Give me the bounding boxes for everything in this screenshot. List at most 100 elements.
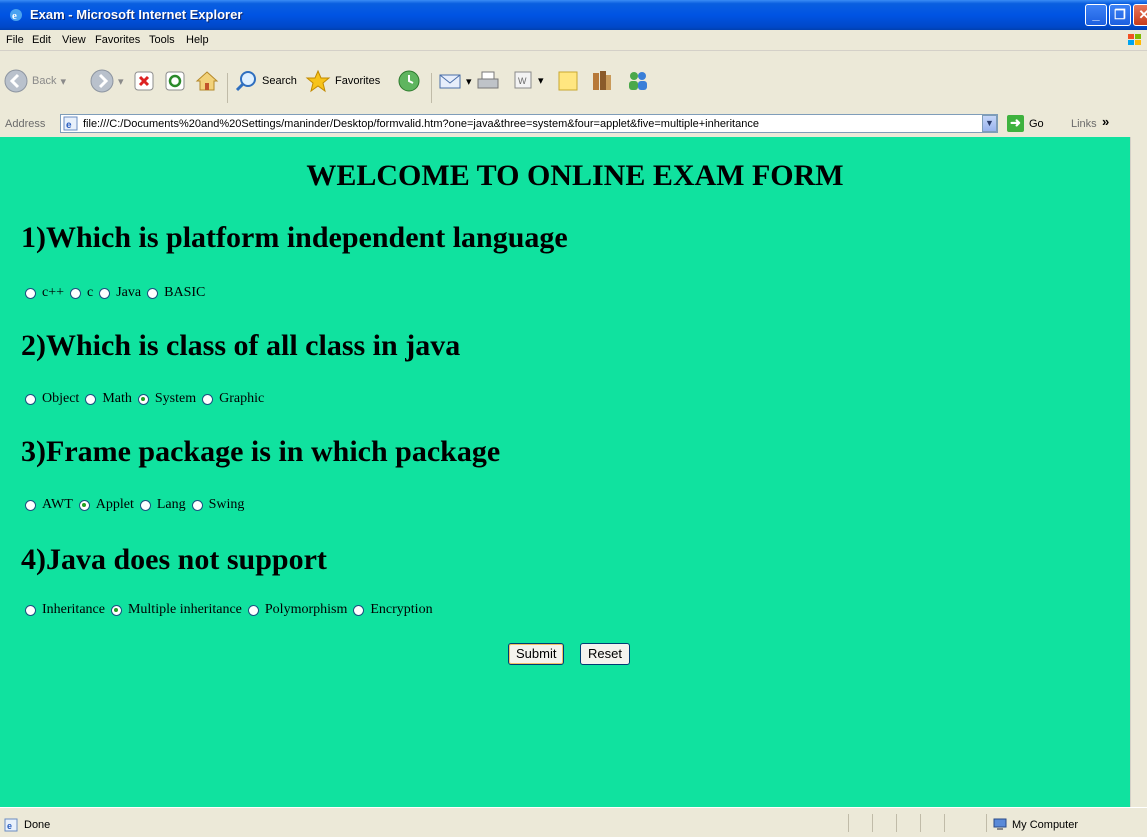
minimize-button[interactable]: _	[1085, 4, 1107, 26]
option-inheritance[interactable]: Inheritance	[23, 602, 105, 618]
option-label: Graphic	[219, 391, 265, 406]
menu-help[interactable]: Help	[186, 34, 209, 46]
option-awt[interactable]: AWT	[23, 497, 73, 513]
page-content: WELCOME TO ONLINE EXAM FORM 1)Which is p…	[0, 137, 1130, 807]
radio-button[interactable]	[85, 393, 97, 405]
option-math[interactable]: Math	[83, 391, 132, 407]
reset-button[interactable]: Reset	[580, 643, 630, 665]
radio-button-checked[interactable]	[137, 393, 149, 405]
option-multiple-inheritance[interactable]: Multiple inheritance	[109, 602, 242, 618]
radio-button[interactable]	[191, 499, 203, 511]
mail-dropdown-icon[interactable]: ▾	[466, 75, 472, 88]
mail-icon	[439, 74, 461, 89]
search-button[interactable]: Search	[234, 69, 297, 93]
back-dropdown-icon[interactable]: ▾	[60, 75, 66, 88]
mail-button[interactable]: ▾	[438, 69, 472, 93]
menu-favorites[interactable]: Favorites	[95, 34, 140, 46]
radio-button[interactable]	[99, 287, 111, 299]
address-input[interactable]: e file:///C:/Documents%20and%20Settings/…	[60, 114, 998, 133]
title-bar[interactable]: e Exam - Microsoft Internet Explorer _ ❐…	[0, 0, 1147, 30]
ie-logo-icon: e	[10, 9, 22, 22]
option-label: System	[154, 391, 197, 406]
stop-button[interactable]	[134, 71, 154, 91]
radio-button[interactable]	[25, 499, 36, 511]
stop-icon	[134, 71, 154, 91]
restore-button[interactable]: ❐	[1109, 4, 1131, 26]
option-c-plus-plus[interactable]: c++	[23, 285, 64, 301]
window-title: Exam - Microsoft Internet Explorer	[30, 7, 243, 22]
option-label: c	[87, 285, 94, 300]
refresh-button[interactable]	[165, 71, 185, 91]
home-button[interactable]	[195, 69, 219, 93]
print-button[interactable]	[476, 69, 500, 93]
research-icon	[593, 71, 611, 90]
option-encryption[interactable]: Encryption	[351, 602, 433, 618]
radio-button[interactable]	[25, 287, 36, 299]
forward-dropdown-icon[interactable]: ▾	[118, 75, 124, 88]
radio-button[interactable]	[25, 393, 36, 405]
address-dropdown-icon[interactable]: ▼	[982, 115, 997, 132]
radio-button[interactable]	[147, 287, 159, 299]
vertical-scrollbar[interactable]	[1130, 137, 1147, 807]
radio-button[interactable]	[202, 393, 214, 405]
forward-arrow-icon	[90, 69, 114, 93]
windows-logo-icon	[1128, 34, 1141, 45]
option-label: Java	[116, 285, 142, 300]
edit-document-icon: W	[514, 71, 532, 89]
option-c[interactable]: c	[68, 285, 93, 301]
note-icon	[558, 71, 578, 91]
option-applet[interactable]: Applet	[77, 497, 134, 513]
radio-button-checked[interactable]	[78, 499, 90, 511]
go-button[interactable]: ➜ Go	[1007, 115, 1044, 132]
research-button[interactable]	[590, 69, 614, 93]
option-object[interactable]: Object	[23, 391, 79, 407]
edit-button[interactable]: W ▾	[512, 69, 544, 91]
refresh-icon	[165, 71, 185, 91]
question-1-options: c++ c Java BASIC	[23, 285, 209, 301]
option-basic[interactable]: BASIC	[145, 285, 205, 301]
history-button[interactable]	[397, 69, 421, 93]
menu-file[interactable]: File	[6, 34, 24, 46]
svg-text:e: e	[66, 120, 72, 131]
close-button[interactable]: ✕	[1133, 4, 1147, 26]
messenger-button[interactable]	[625, 69, 651, 93]
back-button[interactable]: Back ▾	[4, 69, 66, 93]
option-label: BASIC	[164, 285, 206, 300]
status-bar: e Done My Computer	[0, 807, 1147, 837]
option-lang[interactable]: Lang	[138, 497, 186, 513]
radio-button[interactable]	[25, 604, 36, 616]
discuss-button[interactable]	[556, 69, 580, 93]
option-graphic[interactable]: Graphic	[200, 391, 264, 407]
radio-button[interactable]	[139, 499, 151, 511]
menu-tools[interactable]: Tools	[149, 34, 175, 46]
home-icon	[195, 71, 219, 91]
radio-button[interactable]	[353, 604, 365, 616]
security-zone-label: My Computer	[1012, 819, 1079, 831]
option-polymorphism[interactable]: Polymorphism	[246, 602, 347, 618]
option-label: Object	[42, 391, 80, 406]
option-label: Math	[102, 391, 132, 406]
my-computer-icon	[993, 818, 1007, 830]
forward-button[interactable]: ▾	[90, 69, 124, 93]
svg-text:e: e	[7, 821, 12, 831]
option-label: Multiple inheritance	[127, 602, 242, 617]
menu-view[interactable]: View	[62, 34, 86, 46]
radio-button-checked[interactable]	[110, 604, 122, 616]
menu-bar: File Edit View Favorites Tools Help	[0, 30, 1147, 51]
address-label: Address	[5, 118, 46, 130]
option-label: Encryption	[370, 602, 433, 617]
option-swing[interactable]: Swing	[190, 497, 244, 513]
option-system[interactable]: System	[136, 391, 196, 407]
option-java[interactable]: Java	[97, 285, 141, 301]
favorites-button[interactable]: Favorites	[305, 69, 380, 93]
links-chevron-icon[interactable]: »	[1102, 114, 1109, 129]
question-3-options: AWT Applet Lang Swing	[23, 497, 248, 513]
edit-dropdown-icon[interactable]: ▾	[538, 74, 544, 87]
menu-edit[interactable]: Edit	[32, 34, 51, 46]
submit-button[interactable]: Submit	[508, 643, 565, 665]
messenger-icon	[629, 72, 647, 90]
radio-button[interactable]	[70, 287, 82, 299]
links-label[interactable]: Links	[1071, 118, 1097, 130]
radio-button[interactable]	[247, 604, 259, 616]
option-label: Inheritance	[42, 602, 105, 617]
